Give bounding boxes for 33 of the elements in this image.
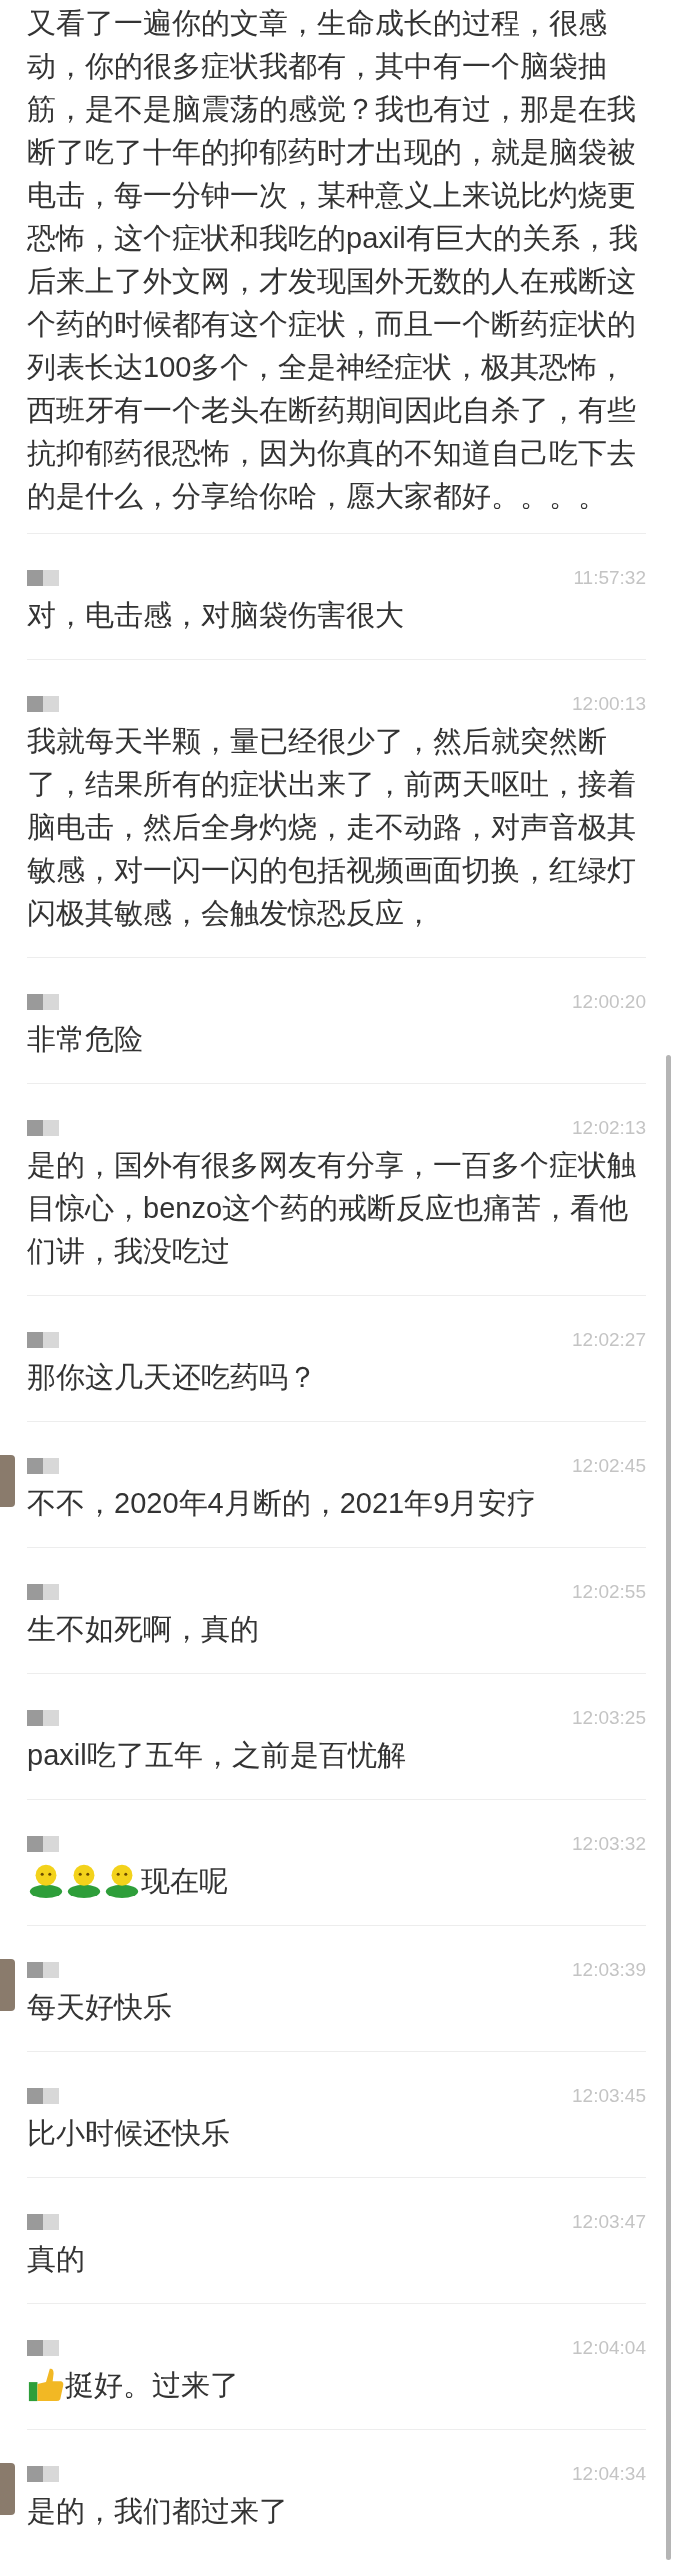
message-text: paxil吃了五年，之前是百忧解 [27, 1738, 406, 1773]
message-time: 12:02:13 [572, 1115, 646, 1140]
message-time: 12:03:25 [572, 1705, 646, 1730]
message-text: 是的，我们都过来了 [27, 2494, 288, 2529]
message-text: 挺好。过来了 [65, 2368, 239, 2403]
message-text: 那你这几天还吃药吗？ [27, 1360, 317, 1395]
message-time: 12:03:39 [572, 1957, 646, 1982]
message-text: 现在呢 [141, 1864, 228, 1899]
avatar[interactable] [0, 1455, 15, 1507]
message-time: 12:02:55 [572, 1579, 646, 1604]
message-text: 真的 [27, 2242, 85, 2277]
message-time: 12:03:32 [572, 1831, 646, 1856]
message-text: 每天好快乐 [27, 1990, 172, 2025]
message-time: 12:04:34 [572, 2461, 646, 2486]
message-time: 12:00:20 [572, 989, 646, 1014]
message-text: 又看了一遍你的文章，生命成长的过程，很感动，你的很多症状我都有，其中有一个脑袋抽筋，是不是脑震荡的感觉？我也有过，那是在我断了吃了十年的抑郁药时才出现的，就是脑袋被电击，每一分钟一次，某种意义上来说比灼烧更恐怖，这个症状和我吃的paxil有巨大的关系，我后来上了外文网，才发现国外无数的人在戒断这个药的时候都有这个症状，而且一个断药症状的列表长达100多个，全是神经症状，极其恐怖，西班牙有一个老头在断药期间因此自杀了，有些抗抑郁药很恐怖，因为你真的不知道自己吃下去的是什么，分享给你哈，愿大家都好。。。。 [27, 6, 639, 514]
message-text: 不不，2020年4月断的，2021年9月安疗 [27, 1486, 537, 1521]
avatar[interactable] [0, 2463, 15, 2515]
message-text: 比小时候还快乐 [27, 2116, 230, 2151]
message-time: 12:04:04 [572, 2335, 646, 2360]
scrollbar-thumb[interactable] [666, 1055, 671, 2560]
message-text: 非常危险 [27, 1022, 143, 1057]
message-time: 12:02:45 [572, 1453, 646, 1478]
message-time: 12:03:47 [572, 2209, 646, 2234]
message-time: 12:03:45 [572, 2083, 646, 2108]
avatar[interactable] [0, 1959, 15, 2011]
message-text: 对，电击感，对脑袋伤害很大 [27, 598, 404, 633]
message-text: 是的，国外有很多网友有分享，一百多个症状触目惊心，benzo这个药的戒断反应也痛苦，看他们讲，我没吃过 [27, 1148, 637, 1269]
message-time: 11:57:32 [573, 565, 646, 590]
message-time: 12:00:13 [572, 691, 646, 716]
message-text: 我就每天半颗，量已经很少了，然后就突然断了，结果所有的症状出来了，前两天呕吐，接着脑电击，然后全身灼烧，走不动路，对声音极其敏感，对一闪一闪的包括视频画面切换，红绿灯闪极其敏感，会触发惊恐反应， [27, 724, 637, 931]
message-time: 12:02:27 [572, 1327, 646, 1352]
message-text: 生不如死啊，真的 [27, 1612, 259, 1647]
